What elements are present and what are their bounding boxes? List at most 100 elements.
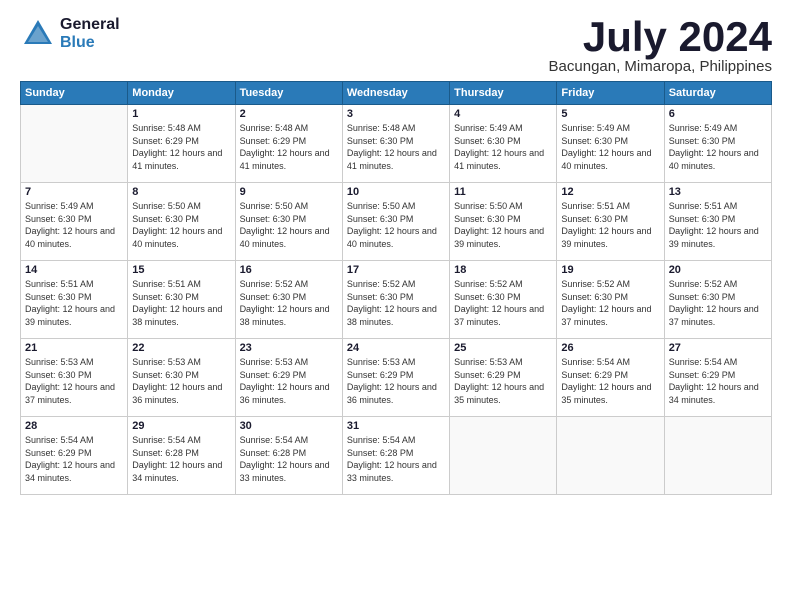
day-number: 29 bbox=[132, 420, 230, 432]
day-cell: 8 Sunrise: 5:50 AM Sunset: 6:30 PM Daylig… bbox=[128, 183, 235, 261]
day-cell: 24 Sunrise: 5:53 AM Sunset: 6:29 PM Dayli… bbox=[342, 339, 449, 417]
day-cell bbox=[557, 417, 664, 495]
title-block: July 2024 Bacungan, Mimaropa, Philippine… bbox=[549, 16, 772, 75]
day-info: Sunrise: 5:52 AM Sunset: 6:30 PM Dayligh… bbox=[561, 278, 659, 328]
day-info: Sunrise: 5:54 AM Sunset: 6:29 PM Dayligh… bbox=[561, 356, 659, 406]
day-number: 2 bbox=[240, 108, 338, 120]
weekday-tuesday: Tuesday bbox=[235, 82, 342, 105]
day-cell: 29 Sunrise: 5:54 AM Sunset: 6:28 PM Dayli… bbox=[128, 417, 235, 495]
day-number: 8 bbox=[132, 186, 230, 198]
day-number: 14 bbox=[25, 264, 123, 276]
day-number: 26 bbox=[561, 342, 659, 354]
day-number: 3 bbox=[347, 108, 445, 120]
weekday-saturday: Saturday bbox=[664, 82, 771, 105]
day-cell bbox=[450, 417, 557, 495]
location: Bacungan, Mimaropa, Philippines bbox=[549, 58, 772, 75]
day-cell: 11 Sunrise: 5:50 AM Sunset: 6:30 PM Dayli… bbox=[450, 183, 557, 261]
weekday-thursday: Thursday bbox=[450, 82, 557, 105]
day-info: Sunrise: 5:54 AM Sunset: 6:29 PM Dayligh… bbox=[25, 434, 123, 484]
day-number: 27 bbox=[669, 342, 767, 354]
day-cell: 16 Sunrise: 5:52 AM Sunset: 6:30 PM Dayli… bbox=[235, 261, 342, 339]
day-number: 22 bbox=[132, 342, 230, 354]
day-number: 11 bbox=[454, 186, 552, 198]
day-cell: 18Sunrise: 5:52 AM Sunset: 6:30 PM Dayli… bbox=[450, 261, 557, 339]
day-number: 7 bbox=[25, 186, 123, 198]
logo-icon bbox=[20, 16, 56, 52]
day-info: Sunrise: 5:51 AM Sunset: 6:30 PM Dayligh… bbox=[132, 278, 230, 328]
day-info: Sunrise: 5:54 AM Sunset: 6:28 PM Dayligh… bbox=[347, 434, 445, 484]
day-info: Sunrise: 5:49 AM Sunset: 6:30 PM Dayligh… bbox=[669, 122, 767, 172]
day-number: 4 bbox=[454, 108, 552, 120]
day-info: Sunrise: 5:52 AM Sunset: 6:30 PM Dayligh… bbox=[240, 278, 338, 328]
day-number: 25 bbox=[454, 342, 552, 354]
day-info: Sunrise: 5:50 AM Sunset: 6:30 PM Dayligh… bbox=[240, 200, 338, 250]
day-info: Sunrise: 5:50 AM Sunset: 6:30 PM Dayligh… bbox=[132, 200, 230, 250]
day-cell: 26 Sunrise: 5:54 AM Sunset: 6:29 PM Dayli… bbox=[557, 339, 664, 417]
day-number: 31 bbox=[347, 420, 445, 432]
day-cell bbox=[21, 105, 128, 183]
day-cell: 3Sunrise: 5:48 AM Sunset: 6:30 PM Daylig… bbox=[342, 105, 449, 183]
day-cell: 7 Sunrise: 5:49 AM Sunset: 6:30 PM Daylig… bbox=[21, 183, 128, 261]
day-info: Sunrise: 5:53 AM Sunset: 6:30 PM Dayligh… bbox=[25, 356, 123, 406]
day-info: Sunrise: 5:50 AM Sunset: 6:30 PM Dayligh… bbox=[454, 200, 552, 250]
day-info: Sunrise: 5:54 AM Sunset: 6:29 PM Dayligh… bbox=[669, 356, 767, 406]
day-info: Sunrise: 5:53 AM Sunset: 6:29 PM Dayligh… bbox=[347, 356, 445, 406]
day-info: Sunrise: 5:53 AM Sunset: 6:29 PM Dayligh… bbox=[454, 356, 552, 406]
day-number: 30 bbox=[240, 420, 338, 432]
day-cell: 1Sunrise: 5:48 AM Sunset: 6:29 PM Daylig… bbox=[128, 105, 235, 183]
day-cell: 2Sunrise: 5:48 AM Sunset: 6:29 PM Daylig… bbox=[235, 105, 342, 183]
day-number: 12 bbox=[561, 186, 659, 198]
day-info: Sunrise: 5:53 AM Sunset: 6:30 PM Dayligh… bbox=[132, 356, 230, 406]
day-number: 6 bbox=[669, 108, 767, 120]
day-number: 19 bbox=[561, 264, 659, 276]
day-cell: 28 Sunrise: 5:54 AM Sunset: 6:29 PM Dayli… bbox=[21, 417, 128, 495]
logo: General Blue bbox=[20, 16, 120, 52]
weekday-friday: Friday bbox=[557, 82, 664, 105]
day-cell: 30 Sunrise: 5:54 AM Sunset: 6:28 PM Dayli… bbox=[235, 417, 342, 495]
day-number: 16 bbox=[240, 264, 338, 276]
day-number: 1 bbox=[132, 108, 230, 120]
day-number: 20 bbox=[669, 264, 767, 276]
day-info: Sunrise: 5:51 AM Sunset: 6:30 PM Dayligh… bbox=[669, 200, 767, 250]
day-number: 10 bbox=[347, 186, 445, 198]
day-cell: 27 Sunrise: 5:54 AM Sunset: 6:29 PM Dayli… bbox=[664, 339, 771, 417]
day-number: 9 bbox=[240, 186, 338, 198]
week-row-4: 21Sunrise: 5:53 AM Sunset: 6:30 PM Dayli… bbox=[21, 339, 772, 417]
day-cell: 4 Sunrise: 5:49 AM Sunset: 6:30 PM Daylig… bbox=[450, 105, 557, 183]
day-cell: 12 Sunrise: 5:51 AM Sunset: 6:30 PM Dayli… bbox=[557, 183, 664, 261]
logo-blue: Blue bbox=[60, 34, 120, 52]
day-cell: 22 Sunrise: 5:53 AM Sunset: 6:30 PM Dayli… bbox=[128, 339, 235, 417]
day-cell: 10Sunrise: 5:50 AM Sunset: 6:30 PM Dayli… bbox=[342, 183, 449, 261]
day-cell: 5 Sunrise: 5:49 AM Sunset: 6:30 PM Daylig… bbox=[557, 105, 664, 183]
day-number: 28 bbox=[25, 420, 123, 432]
page-container: General Blue July 2024 Bacungan, Mimarop… bbox=[0, 0, 792, 505]
day-info: Sunrise: 5:52 AM Sunset: 6:30 PM Dayligh… bbox=[669, 278, 767, 328]
day-number: 17 bbox=[347, 264, 445, 276]
day-info: Sunrise: 5:49 AM Sunset: 6:30 PM Dayligh… bbox=[25, 200, 123, 250]
week-row-5: 28 Sunrise: 5:54 AM Sunset: 6:29 PM Dayli… bbox=[21, 417, 772, 495]
weekday-wednesday: Wednesday bbox=[342, 82, 449, 105]
day-info: Sunrise: 5:51 AM Sunset: 6:30 PM Dayligh… bbox=[561, 200, 659, 250]
day-cell: 15 Sunrise: 5:51 AM Sunset: 6:30 PM Dayli… bbox=[128, 261, 235, 339]
logo-general: General bbox=[60, 16, 120, 34]
day-number: 18 bbox=[454, 264, 552, 276]
day-info: Sunrise: 5:52 AM Sunset: 6:30 PM Dayligh… bbox=[347, 278, 445, 328]
day-info: Sunrise: 5:54 AM Sunset: 6:28 PM Dayligh… bbox=[240, 434, 338, 484]
day-info: Sunrise: 5:49 AM Sunset: 6:30 PM Dayligh… bbox=[561, 122, 659, 172]
day-info: Sunrise: 5:49 AM Sunset: 6:30 PM Dayligh… bbox=[454, 122, 552, 172]
day-info: Sunrise: 5:51 AM Sunset: 6:30 PM Dayligh… bbox=[25, 278, 123, 328]
day-number: 24 bbox=[347, 342, 445, 354]
week-row-2: 7 Sunrise: 5:49 AM Sunset: 6:30 PM Daylig… bbox=[21, 183, 772, 261]
weekday-header-row: SundayMondayTuesdayWednesdayThursdayFrid… bbox=[21, 82, 772, 105]
day-info: Sunrise: 5:53 AM Sunset: 6:29 PM Dayligh… bbox=[240, 356, 338, 406]
day-cell: 17 Sunrise: 5:52 AM Sunset: 6:30 PM Dayli… bbox=[342, 261, 449, 339]
day-number: 5 bbox=[561, 108, 659, 120]
logo-text: General Blue bbox=[60, 16, 120, 51]
day-cell: 9 Sunrise: 5:50 AM Sunset: 6:30 PM Daylig… bbox=[235, 183, 342, 261]
week-row-1: 1Sunrise: 5:48 AM Sunset: 6:29 PM Daylig… bbox=[21, 105, 772, 183]
day-number: 23 bbox=[240, 342, 338, 354]
day-cell: 25 Sunrise: 5:53 AM Sunset: 6:29 PM Dayli… bbox=[450, 339, 557, 417]
day-cell: 14 Sunrise: 5:51 AM Sunset: 6:30 PM Dayli… bbox=[21, 261, 128, 339]
day-number: 15 bbox=[132, 264, 230, 276]
day-info: Sunrise: 5:54 AM Sunset: 6:28 PM Dayligh… bbox=[132, 434, 230, 484]
